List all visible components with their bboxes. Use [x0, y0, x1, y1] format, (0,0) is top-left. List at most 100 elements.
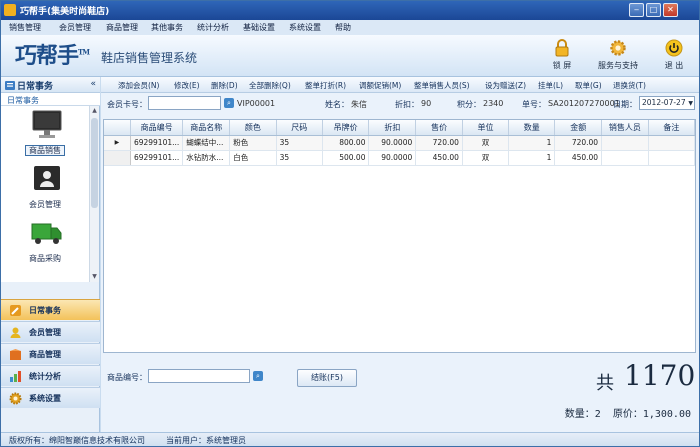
logo: 巧帮手TM	[15, 43, 90, 69]
menu-members[interactable]: 会员管理	[59, 22, 91, 33]
column-header[interactable]: 数量	[508, 120, 556, 136]
date-select[interactable]: 2012-07-27 ▼	[639, 96, 695, 110]
column-header[interactable]: 商品名称	[182, 120, 231, 136]
scroll-down-icon[interactable]: ▼	[91, 273, 98, 281]
menu-sales[interactable]: 销售管理	[9, 22, 41, 33]
order-number: SA201207270001	[548, 99, 620, 108]
nav-daily-affairs[interactable]: 日常事务	[1, 299, 100, 320]
settings-icon	[9, 392, 22, 405]
minimize-button[interactable]: ‒	[629, 3, 644, 17]
set-as-gift-button[interactable]: 设为赠送(Z)	[485, 80, 526, 91]
menu-basic-settings[interactable]: 基础设置	[243, 22, 275, 33]
card-number-input[interactable]	[148, 96, 221, 110]
gear-icon	[610, 40, 626, 56]
column-header[interactable]: 售价	[415, 120, 463, 136]
main-panel: 添加会员(N) 修改(E) 删除(D) 全部删除(Q) 整单打折(R) 调额促销…	[101, 77, 699, 432]
sidebar-header-icon	[5, 81, 15, 90]
hold-order-button[interactable]: 挂单(L)	[538, 80, 563, 91]
current-user-text: 当前用户：系统管理员	[166, 436, 246, 445]
points-label: 积分：	[457, 100, 481, 109]
shortcut-member-management[interactable]: 会员管理	[1, 162, 89, 214]
product-code-label: 商品编号：	[107, 373, 147, 382]
order-discount-button[interactable]: 整单打折(R)	[305, 80, 346, 91]
pencil-icon	[10, 305, 21, 316]
total-prefix: 共	[596, 373, 614, 394]
sidebar-scrollbar[interactable]: ▲ ▼	[89, 106, 99, 282]
checkout-button[interactable]: 结账(F5)	[297, 369, 357, 387]
member-icon	[10, 327, 21, 338]
vip-code: VIP00001	[237, 99, 276, 108]
column-header[interactable]: 尺码	[276, 120, 323, 136]
title-bar: 巧帮手(集美时尚鞋店) ‒ □ ✕	[1, 1, 699, 20]
total-amount: 1170	[624, 359, 696, 392]
window-title: 巧帮手(集美时尚鞋店)	[20, 7, 110, 17]
close-button[interactable]: ✕	[663, 3, 678, 17]
column-header[interactable]: 吊牌价	[322, 120, 370, 136]
column-header[interactable]: 备注	[648, 120, 696, 136]
sidebar: 日常事务 « 日常事务 商品销售 会员管理 商品采购 ▲ ▼ 日常事务 会员管理…	[1, 77, 100, 432]
delete-button[interactable]: 删除(D)	[211, 80, 238, 91]
exit-button[interactable]: 退 出	[661, 39, 687, 71]
column-header[interactable]: 颜色	[229, 120, 277, 136]
order-salesperson-button[interactable]: 整单销售人员(S)	[414, 80, 470, 91]
nav-product-management[interactable]: 商品管理	[1, 343, 100, 364]
name-label: 姓名：	[325, 100, 349, 109]
column-header[interactable]: 销售人员	[601, 120, 649, 136]
menu-bar: 销售管理 会员管理 商品管理 其他事务 统计分析 基础设置 系统设置 帮助	[1, 20, 699, 35]
sidebar-header: 日常事务 «	[1, 77, 100, 93]
scroll-up-icon[interactable]: ▲	[91, 107, 98, 115]
collapse-sidebar-button[interactable]: «	[90, 79, 96, 89]
app-icon	[4, 4, 16, 16]
menu-statistics[interactable]: 统计分析	[197, 22, 229, 33]
sales-toolbar: 添加会员(N) 修改(E) 删除(D) 全部删除(Q) 整单打折(R) 调额促销…	[101, 77, 699, 93]
sidebar-title: 日常事务	[5, 79, 53, 92]
sidebar-subheader: 日常事务	[1, 93, 100, 106]
chart-icon	[10, 371, 21, 382]
product-code-input[interactable]	[148, 369, 250, 383]
column-header[interactable]: 金额	[554, 120, 603, 136]
status-bar: 版权所有：绵阳智巅信息技术有限公司 当前用户：系统管理员	[1, 432, 699, 446]
shortcut-product-purchase[interactable]: 商品采购	[1, 216, 89, 268]
brand-bar: 巧帮手TM 鞋店销售管理系统 锁 屏 服务与支持 退 出	[1, 35, 699, 77]
menu-products[interactable]: 商品管理	[106, 22, 138, 33]
scrollbar-thumb[interactable]	[91, 118, 98, 208]
member-name: 朱信	[351, 100, 367, 109]
sidebar-shortcuts: 商品销售 会员管理 商品采购	[1, 106, 89, 282]
member-discount: 90	[421, 99, 432, 108]
menu-help[interactable]: 帮助	[335, 22, 351, 33]
column-header[interactable]: 折扣	[368, 120, 417, 136]
monitor-icon	[32, 110, 62, 138]
lock-screen-button[interactable]: 锁 屏	[549, 39, 575, 71]
checkout-panel: 商品编号： ⌕ 结账(F5) 共 1170 数量：2 原价：1,300.00	[101, 355, 699, 432]
current-row-icon: ▶	[104, 135, 131, 151]
add-member-button[interactable]: 添加会员(N)	[118, 80, 159, 91]
order-summary: 数量：2 原价：1,300.00	[564, 409, 691, 420]
table-row[interactable]: ▶ 69299101... 蝴蝶结中... 粉色 35 800.00 90.00…	[104, 135, 696, 151]
app-window: 巧帮手(集美时尚鞋店) ‒ □ ✕ 销售管理 会员管理 商品管理 其他事务 统计…	[0, 0, 700, 447]
member-card-icon	[34, 166, 60, 190]
row-marker-header	[104, 120, 131, 136]
nav-member-management[interactable]: 会员管理	[1, 321, 100, 342]
chevron-down-icon: ▼	[688, 100, 693, 107]
column-header[interactable]: 单位	[462, 120, 510, 136]
maximize-button[interactable]: □	[646, 3, 661, 17]
search-icon[interactable]: ⌕	[253, 371, 263, 381]
delete-all-button[interactable]: 全部删除(Q)	[249, 80, 291, 91]
shortcut-product-sales[interactable]: 商品销售	[1, 108, 89, 160]
copyright-text: 版权所有：绵阳智巅信息技术有限公司	[9, 436, 145, 445]
nav-system-settings[interactable]: 系统设置	[1, 387, 100, 408]
truck-icon	[31, 223, 62, 244]
service-support-button[interactable]: 服务与支持	[595, 39, 641, 71]
date-label: 日期：	[613, 100, 637, 109]
promotion-button[interactable]: 调额促销(M)	[359, 80, 401, 91]
menu-other[interactable]: 其他事务	[151, 22, 183, 33]
search-icon[interactable]: ⌕	[224, 98, 234, 108]
edit-button[interactable]: 修改(E)	[174, 80, 200, 91]
lock-icon	[555, 39, 569, 57]
menu-system-settings[interactable]: 系统设置	[289, 22, 321, 33]
retrieve-order-button[interactable]: 取单(G)	[575, 80, 602, 91]
table-row[interactable]: 69299101... 水钻防水... 白色 35 500.00 90.0000…	[104, 150, 696, 166]
return-exchange-button[interactable]: 退换货(T)	[613, 80, 646, 91]
nav-statistics[interactable]: 统计分析	[1, 365, 100, 386]
column-header[interactable]: 商品编号	[130, 120, 184, 136]
